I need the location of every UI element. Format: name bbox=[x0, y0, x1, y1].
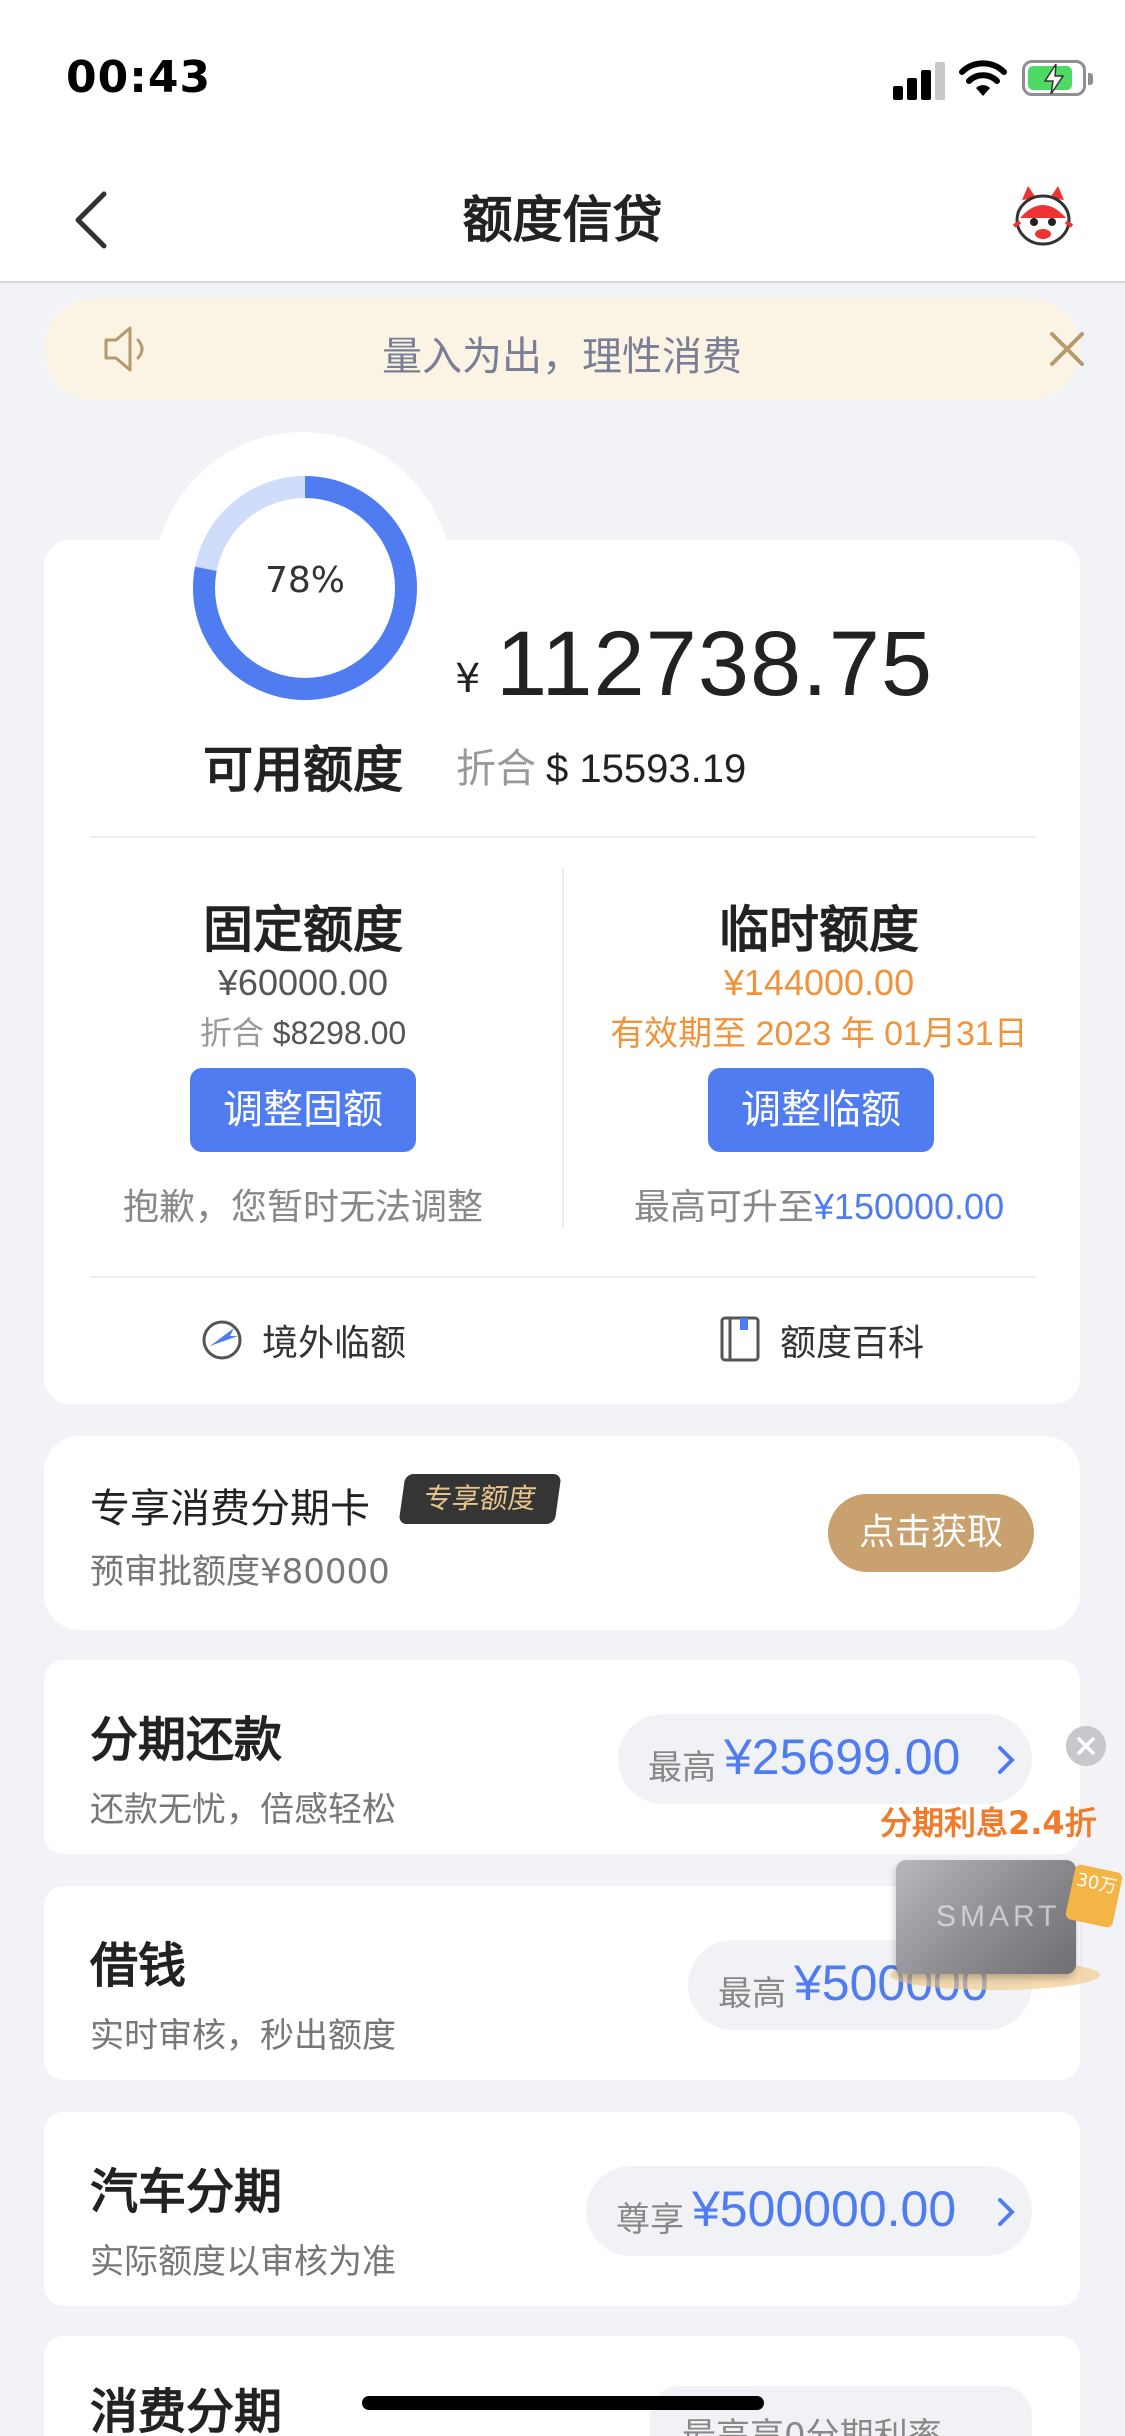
adjust-temporary-button[interactable]: 调整临额 bbox=[708, 1068, 934, 1152]
fixed-title: 固定额度 bbox=[203, 901, 403, 959]
status-bar: 00:43 bbox=[0, 0, 1125, 150]
fixed-amount: ¥60000.00 bbox=[217, 962, 389, 1003]
home-indicator bbox=[362, 2396, 764, 2410]
link-label: 境外临额 bbox=[262, 1323, 407, 1364]
divider bbox=[90, 1276, 1036, 1278]
notice-banner: 量入为出，理性消费 bbox=[44, 298, 1084, 400]
promo-tag: 30万 bbox=[1064, 1863, 1124, 1929]
fixed-note: 抱歉，您暂时无法调整 bbox=[122, 1187, 483, 1228]
temporary-title: 临时额度 bbox=[719, 901, 919, 959]
signal-icon bbox=[893, 60, 945, 100]
chevron-right-icon bbox=[998, 2198, 1015, 2226]
promo-card-text: SMART bbox=[936, 1900, 1061, 1933]
exclusive-badge: 专享额度 bbox=[398, 1474, 562, 1524]
pill-label: 最高 bbox=[718, 1974, 786, 2014]
temporary-note-amount: ¥150000.00 bbox=[813, 1186, 1005, 1227]
exclusive-title: 专享消费分期卡 bbox=[90, 1486, 370, 1532]
available-amount: 112738.75 bbox=[496, 613, 934, 715]
service-row[interactable]: 消费分期 最高享0分期利率 bbox=[44, 2336, 1080, 2436]
page-title: 额度信贷 bbox=[462, 191, 663, 249]
usd-equivalent: 折合 $ 15593.19 bbox=[456, 736, 746, 794]
service-title: 借钱 bbox=[90, 1938, 187, 1994]
adjust-fixed-button[interactable]: 调整固额 bbox=[190, 1068, 416, 1152]
pill-value: ¥25699.00 bbox=[724, 1729, 961, 1785]
service-title: 汽车分期 bbox=[90, 2164, 283, 2220]
divider bbox=[90, 836, 1036, 838]
battery-icon bbox=[1022, 60, 1093, 96]
temporary-note: 最高可升至¥150000.00 bbox=[596, 1178, 1042, 1230]
service-pill[interactable]: 尊享 ¥500000.00 bbox=[586, 2166, 1032, 2256]
notice-text: 量入为出，理性消费 bbox=[382, 334, 742, 380]
service-subtitle: 实时审核，秒出额度 bbox=[90, 2016, 396, 2056]
exclusive-subtitle: 预审批额度¥80000 bbox=[90, 1552, 390, 1592]
fixed-usd-prefix: 折合 bbox=[199, 1014, 264, 1052]
temporary-validity: 有效期至 2023 年 01月31日 bbox=[610, 1015, 1028, 1053]
status-time: 00:43 bbox=[66, 52, 212, 103]
pill-label: 尊享 bbox=[616, 2200, 684, 2240]
pill-label: 最高 bbox=[648, 1748, 716, 1788]
get-card-button[interactable]: 点击获取 bbox=[828, 1494, 1034, 1572]
fixed-usd: 折合 $8298.00 bbox=[90, 1008, 516, 1054]
close-icon[interactable] bbox=[1042, 324, 1092, 374]
fixed-usd-amount: $8298.00 bbox=[272, 1015, 407, 1051]
service-subtitle: 实际额度以审核为准 bbox=[90, 2242, 396, 2282]
nav-bar: 额度信贷 bbox=[0, 150, 1125, 283]
temporary-amount: ¥144000.00 bbox=[723, 962, 915, 1003]
currency-symbol: ¥ bbox=[455, 656, 481, 702]
temporary-note-prefix: 最高可升至 bbox=[633, 1187, 814, 1228]
book-icon bbox=[720, 1316, 760, 1362]
link-label: 额度百科 bbox=[780, 1323, 925, 1364]
service-row[interactable]: 汽车分期 实际额度以审核为准 尊享 ¥500000.00 bbox=[44, 2112, 1080, 2306]
promo-card-image[interactable]: SMART bbox=[896, 1860, 1076, 1974]
plane-globe-icon bbox=[202, 1320, 242, 1360]
usd-amount: $ 15593.19 bbox=[546, 747, 747, 791]
chevron-right-icon bbox=[998, 1746, 1015, 1774]
divider bbox=[562, 868, 564, 1228]
service-title: 消费分期 bbox=[90, 2384, 283, 2436]
usage-percent: 78% bbox=[264, 560, 345, 601]
pill-value: ¥500000.00 bbox=[692, 2181, 957, 2237]
wifi-icon bbox=[959, 60, 1007, 96]
close-icon[interactable] bbox=[1066, 1726, 1106, 1766]
pill-label: 最高享0分期利率 bbox=[682, 2416, 942, 2436]
exclusive-card[interactable]: 专享消费分期卡 专享额度 预审批额度¥80000 点击获取 bbox=[44, 1436, 1080, 1630]
service-pill[interactable]: 最高享0分期利率 bbox=[650, 2386, 1032, 2436]
mascot-icon[interactable] bbox=[1008, 182, 1078, 252]
service-pill[interactable]: 最高 ¥25699.00 bbox=[618, 1714, 1032, 1804]
usd-prefix: 折合 bbox=[456, 746, 536, 792]
service-title: 分期还款 bbox=[90, 1712, 283, 1768]
available-label: 可用额度 bbox=[203, 741, 403, 799]
promo-text[interactable]: 分期利息2.4折 bbox=[880, 1798, 1097, 1844]
service-subtitle: 还款无忧，倍感轻松 bbox=[90, 1790, 396, 1830]
